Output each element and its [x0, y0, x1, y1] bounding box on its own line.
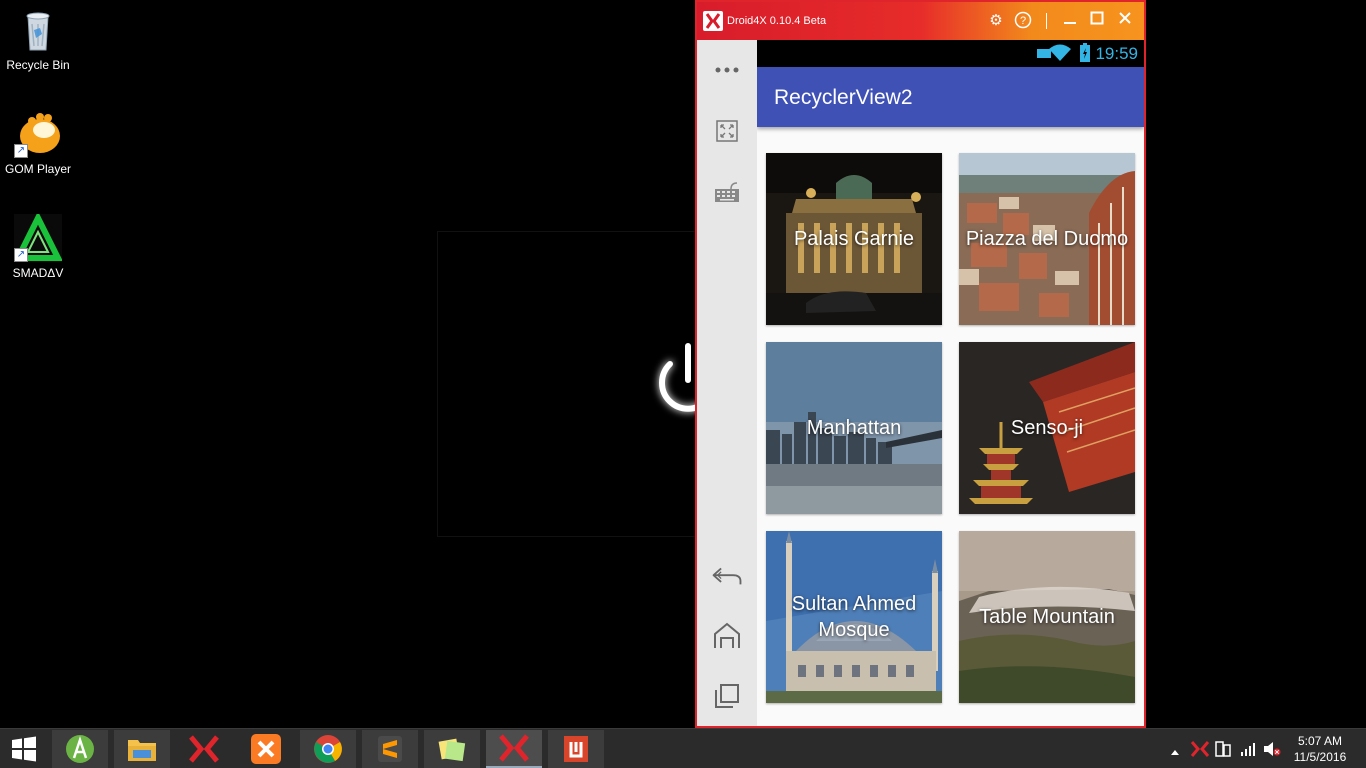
shortcut-arrow-icon: ↗	[14, 248, 28, 262]
tray-clock[interactable]: 5:07 AM 11/5/2016	[1290, 733, 1350, 765]
tray-time: 5:07 AM	[1297, 734, 1343, 748]
droid4x-icon	[499, 734, 529, 762]
recycler-card[interactable]: Palais Garnie	[766, 153, 942, 325]
sticky-notes-icon	[438, 738, 466, 762]
taskbar-chrome[interactable]	[300, 730, 356, 768]
desktop-icon-gom-player[interactable]: ↗ GOM Player	[0, 110, 76, 176]
gom-player-icon: ↗	[14, 110, 62, 158]
titlebar-divider	[1046, 13, 1047, 29]
start-button[interactable]	[0, 730, 48, 768]
droid4x-icon	[189, 735, 219, 763]
recycler-card[interactable]: Manhattan	[766, 342, 942, 514]
help-icon[interactable]: ?	[1013, 11, 1033, 31]
droid4x-logo-icon	[703, 11, 723, 31]
volume-muted-icon[interactable]	[1263, 741, 1281, 762]
gom-player-label: GOM Player	[4, 162, 71, 176]
office-icon	[564, 736, 588, 762]
battery-icon	[1079, 43, 1091, 68]
network-signal-icon[interactable]	[1240, 741, 1256, 762]
desktop: Recycle Bin ↗ GOM Player ↗ SMADΔV	[0, 0, 1366, 728]
card-caption: Senso-ji	[1010, 417, 1084, 439]
card-caption: Sultan Ahmed Mosque	[791, 593, 917, 641]
recycle-bin-icon	[14, 6, 62, 54]
svg-text:?: ?	[1020, 15, 1026, 27]
file-explorer-icon	[128, 740, 156, 761]
taskbar-droid4x-active[interactable]	[486, 730, 542, 768]
android-screen: 19:59 RecyclerView2 Palais Garnie Piazza…	[757, 40, 1144, 726]
sublime-text-icon	[378, 736, 402, 762]
settings-icon[interactable]: ⚙	[986, 11, 1006, 31]
card-caption: Piazza del Duomo	[965, 228, 1129, 250]
wifi-icon	[1049, 44, 1071, 67]
recycler-card[interactable]: Senso-ji	[959, 342, 1135, 514]
taskbar-sublime-text[interactable]	[362, 730, 418, 768]
recycler-card[interactable]: Piazza del Duomo	[959, 153, 1135, 325]
smadav-label: SMADΔV	[12, 266, 64, 280]
start-icon	[12, 736, 36, 762]
emulator-title: Droid4X 0.10.4 Beta	[727, 15, 827, 27]
android-studio-icon	[66, 735, 94, 763]
maximize-icon[interactable]	[1087, 11, 1107, 31]
card-caption: Table Mountain	[979, 606, 1115, 628]
xampp-icon	[251, 734, 281, 764]
back-icon[interactable]	[711, 560, 743, 592]
shortcut-arrow-icon: ↗	[14, 144, 28, 158]
close-icon[interactable]	[1115, 11, 1135, 31]
recycler-card[interactable]: Sultan Ahmed Mosque	[766, 531, 942, 703]
android-status-bar: 19:59	[757, 40, 1144, 67]
taskbar-xampp[interactable]	[238, 730, 294, 768]
desktop-icon-recycle-bin[interactable]: Recycle Bin	[0, 6, 76, 72]
emulator-titlebar[interactable]: Droid4X 0.10.4 Beta ⚙ ?	[697, 2, 1144, 40]
desktop-icon-smadav[interactable]: ↗ SMADΔV	[0, 211, 76, 280]
taskbar-sticky-notes[interactable]	[424, 730, 480, 768]
tray-date: 11/5/2016	[1293, 750, 1347, 764]
tray-device-icon[interactable]	[1215, 740, 1231, 763]
card-caption: Palais Garnie	[793, 228, 915, 250]
taskbar-office[interactable]	[548, 730, 604, 768]
taskbar: 5:07 AM 11/5/2016	[0, 728, 1366, 768]
fullscreen-icon[interactable]	[711, 115, 743, 147]
chrome-icon	[314, 735, 342, 763]
smadav-icon: ↗	[13, 211, 63, 262]
emulator-sidebar	[697, 40, 757, 726]
tray-droid4x-icon[interactable]	[1190, 740, 1210, 763]
recycler-card[interactable]: Table Mountain	[959, 531, 1135, 703]
home-icon[interactable]	[711, 620, 743, 652]
minimize-icon[interactable]	[1060, 11, 1080, 31]
more-icon[interactable]	[711, 54, 743, 86]
recents-icon[interactable]	[711, 680, 743, 712]
taskbar-file-explorer[interactable]	[114, 730, 170, 768]
card-caption: Manhattan	[806, 417, 902, 439]
taskbar-droid4x[interactable]	[176, 730, 232, 768]
droid4x-window: Droid4X 0.10.4 Beta ⚙ ? 19:59 RecyclerVi…	[695, 0, 1146, 728]
app-toolbar: RecyclerView2	[757, 67, 1144, 127]
app-title: RecyclerView2	[774, 86, 913, 109]
recycle-bin-label: Recycle Bin	[6, 58, 70, 72]
taskbar-android-studio[interactable]	[52, 730, 108, 768]
tray-chevron-up-icon[interactable]	[1170, 743, 1180, 761]
keyboard-icon[interactable]	[711, 176, 743, 208]
status-clock: 19:59	[1095, 44, 1138, 63]
